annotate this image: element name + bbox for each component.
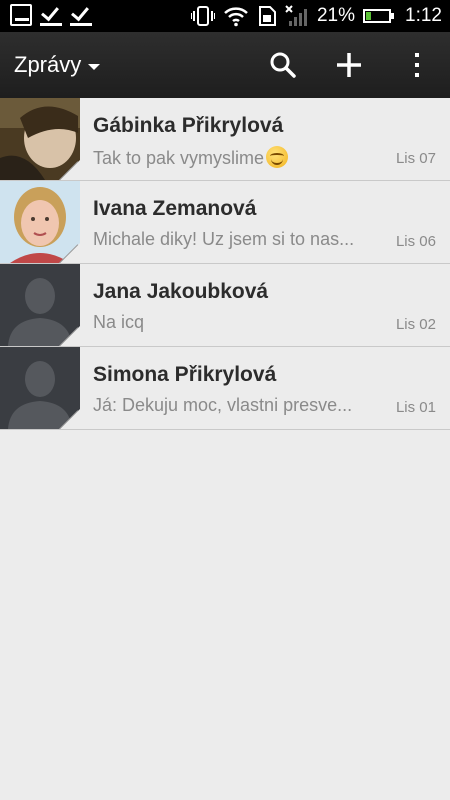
message-preview: Já: Dekuju moc, vlastni presve... <box>93 395 353 415</box>
action-bar: Zprávy <box>0 32 450 98</box>
default-contact-icon <box>0 347 80 429</box>
conversation-row[interactable]: Jana Jakoubková Na icq Lis 02 <box>0 264 450 347</box>
clock: 1:12 <box>405 5 442 26</box>
search-icon <box>270 52 296 78</box>
vibrate-icon <box>190 6 215 26</box>
message-date: Lis 02 <box>395 316 436 333</box>
battery-percent: 21% <box>316 5 356 26</box>
battery-icon <box>363 9 395 23</box>
search-button[interactable] <box>258 32 308 98</box>
plus-icon <box>337 53 361 77</box>
default-contact-icon <box>0 264 80 346</box>
message-date: Lis 06 <box>395 233 436 250</box>
contact-name: Gábinka Přikrylová <box>93 114 284 137</box>
contact-name: Jana Jakoubková <box>93 280 269 303</box>
check-icon <box>70 4 92 26</box>
battery-level <box>366 12 371 20</box>
conversation-row[interactable]: Gábinka Přikrylová Tak to pak vymyslime … <box>0 98 450 181</box>
app-title-dropdown[interactable]: Zprávy <box>14 32 101 98</box>
message-date: Lis 01 <box>395 399 436 416</box>
conversation-row[interactable]: Simona Přikrylová Já: Dekuju moc, vlastn… <box>0 347 450 430</box>
avatar <box>0 98 80 180</box>
smile-emoji-icon <box>266 146 289 168</box>
message-date: Lis 07 <box>395 150 436 167</box>
overflow-menu-icon <box>415 53 419 77</box>
signal-icon <box>285 5 307 26</box>
check-icon <box>40 4 62 26</box>
message-preview: Tak to pak vymyslime <box>93 146 388 169</box>
status-bar: 21% 1:12 <box>0 0 450 32</box>
sim-icon <box>258 6 276 26</box>
overflow-menu-button[interactable] <box>392 32 442 98</box>
dropdown-caret-icon <box>88 64 101 70</box>
wifi-icon <box>224 7 248 27</box>
new-message-button[interactable] <box>324 32 374 98</box>
message-preview: Michale diky! Uz jsem si to nas... <box>93 229 355 249</box>
avatar <box>0 181 80 263</box>
conversation-row[interactable]: Ivana Zemanová Michale diky! Uz jsem si … <box>0 181 450 264</box>
image-icon <box>10 4 32 26</box>
app-title: Zprávy <box>14 52 82 77</box>
conversation-list: Gábinka Přikrylová Tak to pak vymyslime … <box>0 98 450 430</box>
message-preview: Na icq <box>93 312 145 332</box>
contact-name: Ivana Zemanová <box>93 197 257 220</box>
contact-name: Simona Přikrylová <box>93 363 277 386</box>
